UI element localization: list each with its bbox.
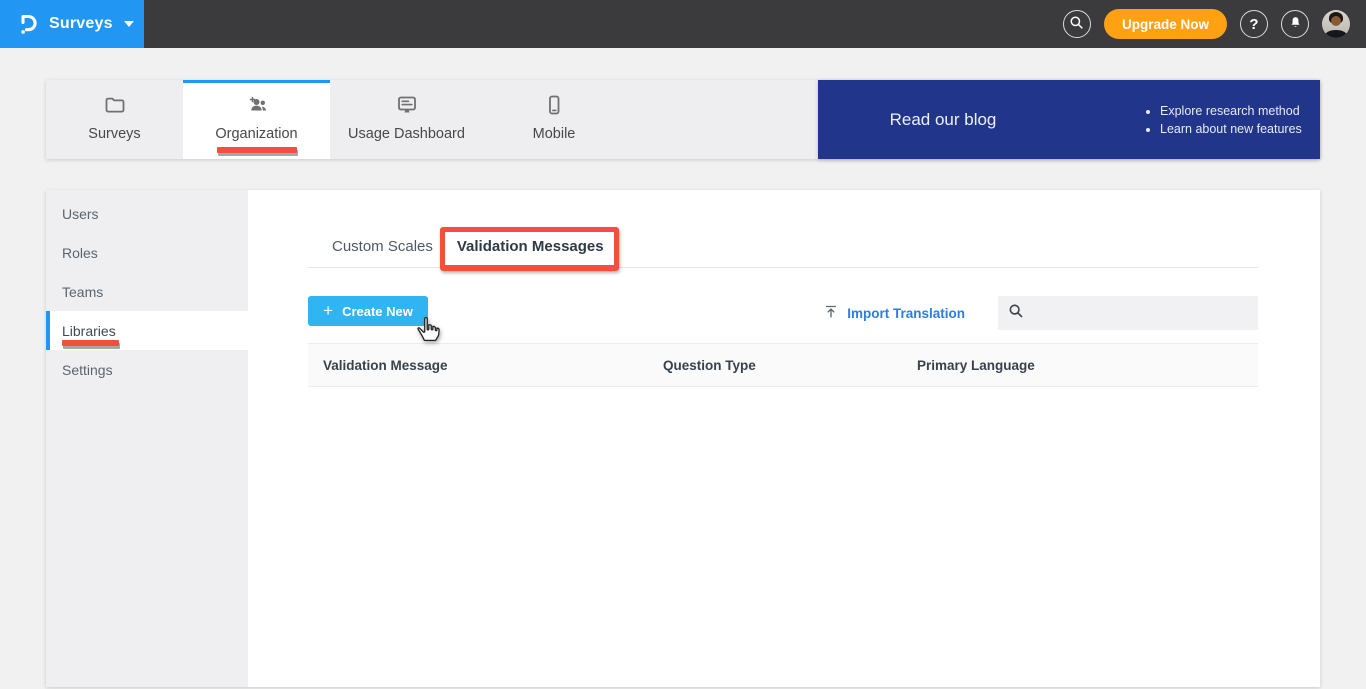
sidebar-item-label: Roles bbox=[62, 244, 98, 261]
toolbar: + Create New Import Translation bbox=[308, 296, 1258, 330]
upgrade-now-button[interactable]: Upgrade Now bbox=[1103, 9, 1227, 39]
chevron-down-icon bbox=[123, 21, 134, 27]
import-translation-button[interactable]: Import Translation bbox=[823, 296, 965, 330]
blog-banner-title: Read our blog bbox=[889, 109, 997, 129]
sidebar: Users Roles Teams Libraries Settings bbox=[46, 190, 248, 687]
active-tab-underline bbox=[444, 264, 616, 268]
sidebar-item-label: Teams bbox=[62, 283, 104, 300]
sidebar-item-settings[interactable]: Settings bbox=[46, 350, 248, 389]
tab-validation-messages[interactable]: Validation Messages bbox=[439, 227, 619, 271]
primary-nav: Surveys Organization Usage Dashboard Mob… bbox=[46, 80, 1320, 159]
search-icon bbox=[1069, 15, 1084, 33]
blog-banner-bullets: Explore research method Learn about new … bbox=[1160, 100, 1302, 140]
tab-label: Validation Messages bbox=[456, 238, 604, 255]
dashboard-icon bbox=[395, 93, 419, 117]
content-panel: Custom Scales Validation Messages + Crea… bbox=[248, 190, 1320, 687]
import-translation-label: Import Translation bbox=[847, 305, 965, 321]
sidebar-item-roles[interactable]: Roles bbox=[46, 233, 248, 272]
tab-label: Custom Scales bbox=[332, 238, 433, 255]
nav-tab-organization[interactable]: Organization bbox=[183, 80, 330, 159]
nav-tab-label: Mobile bbox=[532, 126, 576, 142]
nav-tab-label: Organization bbox=[215, 126, 298, 142]
nav-tab-mobile[interactable]: Mobile bbox=[483, 80, 625, 159]
nav-tab-label: Usage Dashboard bbox=[348, 126, 465, 142]
tab-custom-scales[interactable]: Custom Scales bbox=[320, 232, 445, 267]
topbar: Surveys Upgrade Now ? bbox=[0, 0, 1366, 48]
avatar-torso bbox=[1325, 30, 1347, 38]
sidebar-item-label: Settings bbox=[62, 361, 113, 378]
upload-icon bbox=[823, 303, 839, 323]
help-button[interactable]: ? bbox=[1240, 10, 1268, 38]
sidebar-item-label: Libraries bbox=[62, 322, 116, 339]
annotation-underline-organization bbox=[216, 147, 297, 153]
blog-bullet: Explore research method bbox=[1160, 104, 1302, 118]
nav-tab-label: Surveys bbox=[88, 126, 141, 142]
bell-icon bbox=[1288, 15, 1303, 33]
nav-tab-surveys[interactable]: Surveys bbox=[46, 80, 183, 159]
nav-tab-usage-dashboard[interactable]: Usage Dashboard bbox=[330, 80, 483, 159]
content-tabs: Custom Scales Validation Messages bbox=[308, 227, 1258, 271]
avatar[interactable] bbox=[1322, 10, 1350, 38]
questionpro-p-logo bbox=[16, 11, 40, 37]
sidebar-item-libraries[interactable]: Libraries bbox=[46, 311, 248, 350]
annotation-underline-libraries bbox=[62, 340, 119, 346]
folder-icon bbox=[103, 93, 127, 117]
search-button[interactable] bbox=[1062, 10, 1091, 38]
create-new-button[interactable]: + Create New bbox=[308, 296, 428, 326]
people-plus-icon bbox=[244, 93, 270, 117]
search-icon bbox=[1008, 303, 1024, 324]
topbar-actions: Upgrade Now ? bbox=[1062, 9, 1350, 39]
sidebar-item-users[interactable]: Users bbox=[46, 194, 248, 233]
column-header-primary-language: Primary Language bbox=[917, 357, 1035, 373]
sidebar-item-teams[interactable]: Teams bbox=[46, 272, 248, 311]
table-search-box[interactable] bbox=[998, 296, 1258, 330]
column-header-question-type: Question Type bbox=[663, 357, 756, 373]
sidebar-item-label: Users bbox=[62, 205, 99, 222]
product-menu-label: Surveys bbox=[49, 15, 113, 32]
main-card: Users Roles Teams Libraries Settings Cus… bbox=[46, 190, 1320, 687]
plus-icon: + bbox=[323, 301, 334, 320]
product-menu[interactable]: Surveys bbox=[0, 0, 144, 48]
notifications-button[interactable] bbox=[1281, 10, 1309, 38]
blog-bullet: Learn about new features bbox=[1160, 122, 1302, 136]
mobile-icon bbox=[542, 93, 566, 117]
column-header-validation-message: Validation Message bbox=[323, 357, 448, 373]
table-header-row: Validation Message Question Type Primary… bbox=[308, 343, 1258, 387]
search-input[interactable] bbox=[1032, 305, 1248, 321]
blog-banner[interactable]: Read our blog Explore research method Le… bbox=[818, 80, 1320, 159]
help-icon: ? bbox=[1249, 15, 1259, 33]
create-new-label: Create New bbox=[342, 303, 413, 319]
avatar-face bbox=[1331, 16, 1341, 26]
